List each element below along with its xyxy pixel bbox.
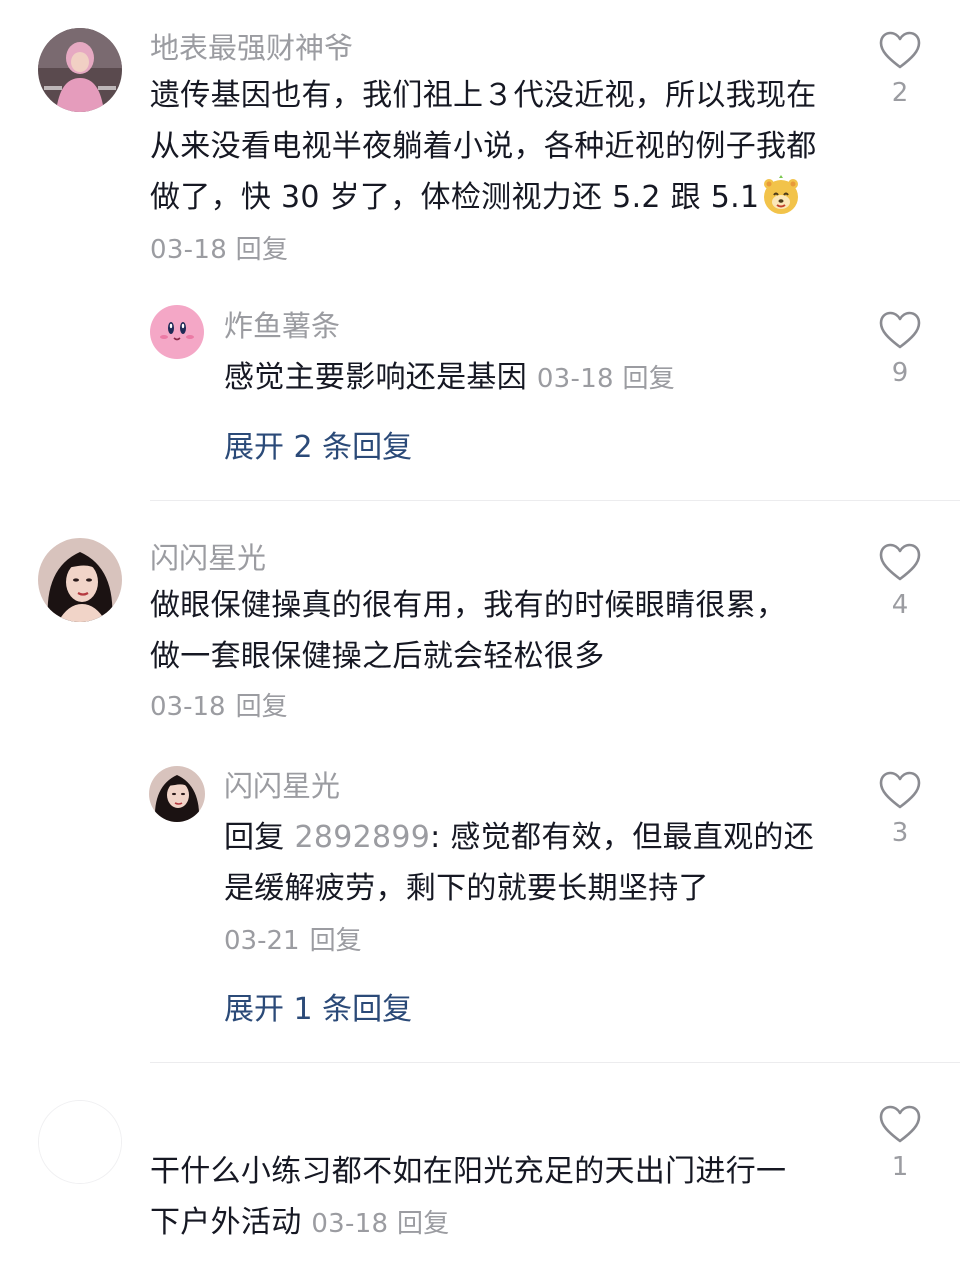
comment-meta: 03-21 回复 [224,920,844,957]
woman-dark-hair-avatar-icon [38,538,122,622]
expand-replies-button[interactable]: 展开 2 条回复 [224,422,412,466]
like-count: 3 [891,818,909,848]
comment-date: 03-18 [311,1209,389,1239]
reply-target-user[interactable]: 2892899 [294,820,430,855]
avatar[interactable] [38,1100,122,1184]
reply-button[interactable]: 回复 [236,692,288,722]
woman-dark-hair-avatar-icon [149,766,205,822]
like-count: 4 [891,590,909,620]
comment-date: 03-18 [150,235,228,265]
comment-username[interactable]: 地表最强财神爷 [150,28,830,68]
pink-puffball-avatar-icon [149,304,205,360]
reply-button[interactable]: 回复 [310,926,362,956]
heart-icon [879,1105,921,1143]
divider [150,500,960,501]
comment-text: 遗传基因也有，我们祖上３代没近视，所以我现在从来没看电视半夜躺着小说，各种近视的… [150,70,830,276]
like-button[interactable]: 3 [874,770,926,850]
avatar[interactable] [149,766,205,822]
person-pink-avatar-icon [38,28,122,112]
like-count: 9 [891,358,909,388]
reply-button[interactable]: 回复 [622,364,675,394]
like-button[interactable]: 9 [874,310,926,390]
comment-date: 03-21 [224,926,300,956]
comment-text: 做眼保健操真的很有用，我有的时候眼睛很累，做一套眼保健操之后就会轻松很多 [150,588,787,674]
reply-prefix: 回复 [224,820,285,855]
heart-icon [879,543,921,581]
like-button[interactable]: 4 [874,542,926,622]
comment-text: 感觉主要影响还是基因 03-18 回复 [224,352,844,405]
divider [150,1062,960,1063]
comment-text: 干什么小练习都不如在阳光充足的天出门进行一下户外活动 03-18 回复 [150,1146,810,1250]
comment-meta: 03-18 回复 [150,686,830,723]
smiling-bear-emoji-icon [764,175,799,214]
comment-date: 03-18 [536,364,614,394]
reply-button[interactable]: 回复 [236,235,289,265]
reply-button[interactable]: 回复 [397,1209,450,1239]
comment-username[interactable]: 闪闪星光 [224,766,844,806]
comment-text-body: 干什么小练习都不如在阳光充足的天出门进行一下户外活动 [150,1154,787,1240]
comment-text-body: 感觉主要影响还是基因 [224,360,527,395]
avatar[interactable] [149,304,205,360]
comment-text: 回复 2892899: 感觉都有效，但最直观的还是缓解疲劳，剩下的就要长期坚持了 [224,812,824,914]
comment-meta: 03-18 回复 [537,364,675,394]
expand-replies-button[interactable]: 展开 1 条回复 [224,984,412,1028]
heart-icon [879,771,921,809]
comment-meta: 03-18 回复 [150,235,288,265]
comment-text-body: 遗传基因也有，我们祖上３代没近视，所以我现在从来没看电视半夜躺着小说，各种近视的… [150,78,817,215]
heart-icon [879,311,921,349]
like-button[interactable]: 1 [874,1104,926,1184]
avatar[interactable] [38,28,122,112]
avatar[interactable] [38,538,122,622]
like-button[interactable]: 2 [874,30,926,110]
heart-icon [879,31,921,69]
comment-date: 03-18 [150,692,226,722]
blank-avatar-icon [39,1101,121,1183]
like-count: 1 [891,1152,909,1182]
comment-username[interactable]: 闪闪星光 [150,538,830,578]
comment-meta: 03-18 回复 [311,1209,449,1239]
comment-username[interactable]: 炸鱼薯条 [224,306,844,346]
like-count: 2 [891,78,909,108]
